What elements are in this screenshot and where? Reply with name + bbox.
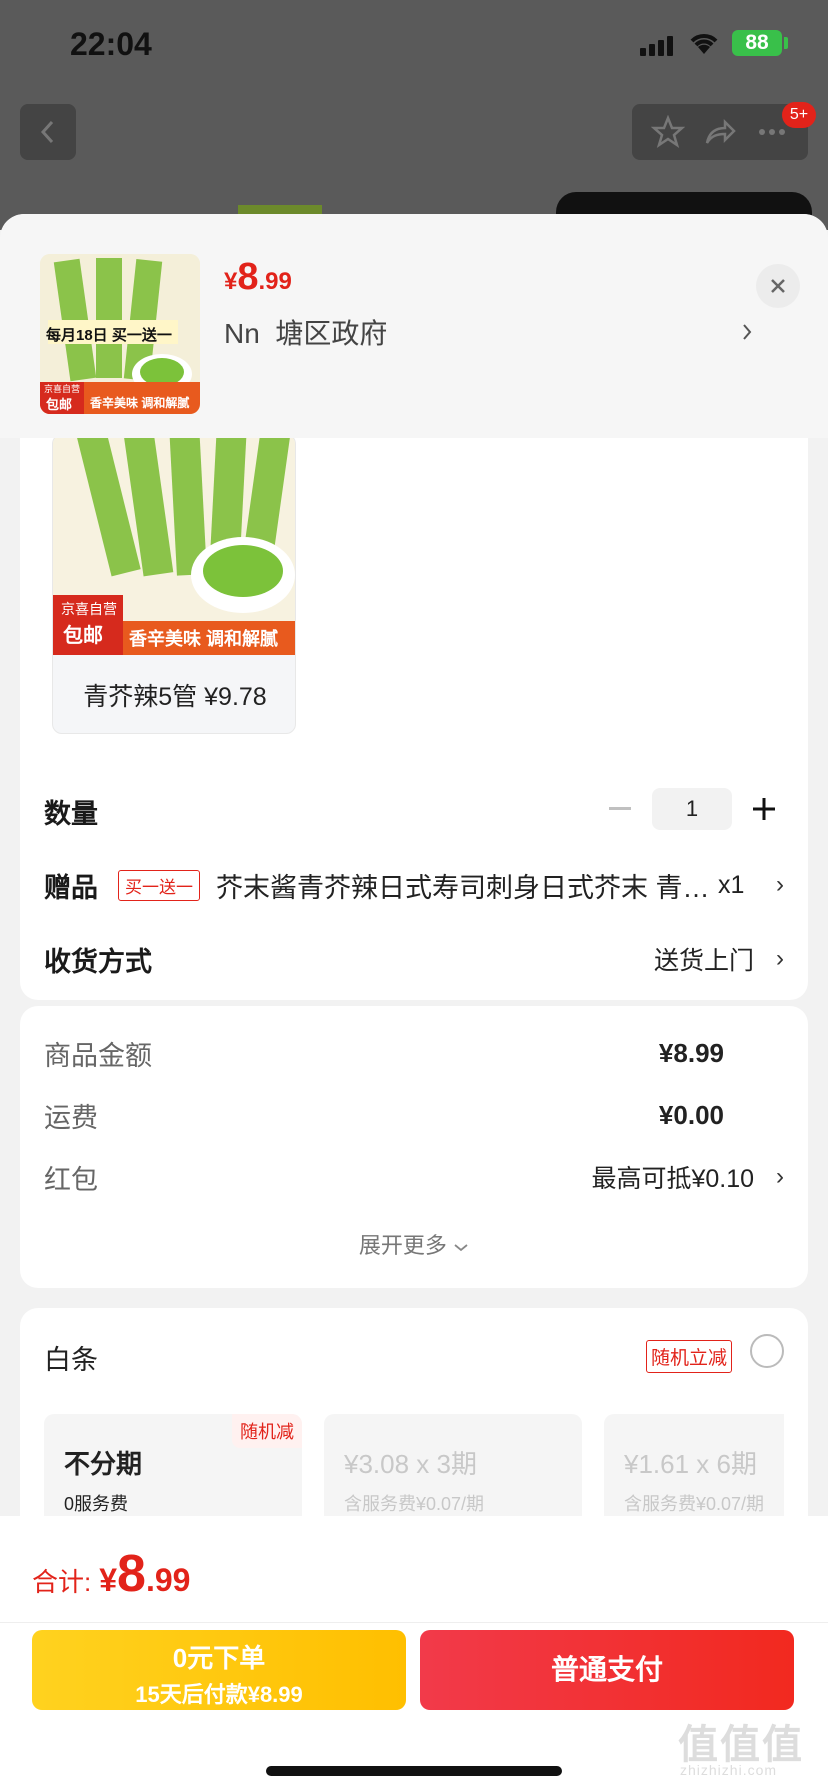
quantity-stepper: 1 <box>600 788 784 830</box>
delivery-row[interactable]: 收货方式 送货上门 › <box>44 934 784 984</box>
plus-icon <box>753 798 775 820</box>
header-price: ¥8.99 <box>224 256 292 299</box>
delivery-value: 送货上门 <box>653 947 754 975</box>
shipping-row: 运费 ¥0.00 <box>44 1090 784 1140</box>
share-icon[interactable] <box>703 115 737 149</box>
chevron-left-icon <box>40 120 54 144</box>
red-packet-row[interactable]: 红包 最高可抵¥0.10 › <box>44 1152 784 1202</box>
close-icon <box>771 279 785 293</box>
plan-title: ¥3.08 x 3期 <box>344 1449 477 1479</box>
goods-amount-label: 商品金额 <box>44 1040 152 1071</box>
footer-divider <box>0 1622 828 1623</box>
spec-option[interactable]: 京喜自营 包邮 香辛美味 调和解腻 青芥辣5管 ¥9.78 <box>52 434 296 734</box>
plan-title: 不分期 <box>64 1449 143 1479</box>
plan-fee: 0服务费 <box>64 1494 129 1514</box>
back-button[interactable] <box>20 104 76 160</box>
thumbnail-slogan: 香辛美味 调和解腻 <box>90 396 190 410</box>
increase-button[interactable] <box>744 789 784 829</box>
spec-slogan: 香辛美味 调和解腻 <box>129 629 279 649</box>
plan-title: ¥1.61 x 6期 <box>624 1449 757 1479</box>
watermark-url: zhizhizhi.com <box>680 1762 778 1778</box>
gift-row[interactable]: 赠品 买一送一 芥末酱青芥辣日式寿司刺身日式芥末 青… x1 › <box>44 860 784 910</box>
battery-tip <box>784 37 788 49</box>
red-packet-value: 最高可抵¥0.10 <box>591 1165 754 1193</box>
sheet-header: 每月18日 买一送一 京喜自营 包邮 香辛美味 调和解腻 ¥8.99 Nn 塘区… <box>0 214 828 438</box>
product-thumbnail: 每月18日 买一送一 京喜自营 包邮 香辛美味 调和解腻 <box>40 254 200 414</box>
goods-amount-row: 商品金额 ¥8.99 <box>44 1028 784 1078</box>
random-discount-tag: 随机立减 <box>646 1340 733 1373</box>
spec-tag-jx: 京喜自营 <box>61 601 117 617</box>
battery-icon: 88 <box>732 30 782 56</box>
total-price: 合计: ¥ 8 .99 <box>32 1544 190 1604</box>
minus-icon <box>609 807 631 810</box>
address-text: Nn 塘区政府 <box>224 312 387 352</box>
background-page: 22:04 88 5+ <box>0 0 828 235</box>
star-icon[interactable] <box>651 115 685 149</box>
total-currency: ¥ <box>99 1562 118 1598</box>
price-decimal: .99 <box>258 268 292 295</box>
total-decimal: .99 <box>145 1562 191 1598</box>
notification-badge: 5+ <box>782 102 816 128</box>
baitiao-radio[interactable] <box>750 1334 784 1368</box>
fee-summary-card: 商品金额 ¥8.99 运费 ¥0.00 红包 最高可抵¥0.10 › 展开更多 <box>20 1006 808 1288</box>
order-options-card: 京喜自营 包邮 香辛美味 调和解腻 青芥辣5管 ¥9.78 数量 1 赠品 买一… <box>20 424 808 1000</box>
thumbnail-tag-free-shipping: 包邮 <box>46 397 73 412</box>
normal-pay-button[interactable]: 普通支付 <box>420 1630 794 1710</box>
shipping-label: 运费 <box>44 1102 98 1133</box>
status-time: 22:04 <box>70 26 152 62</box>
plan-fee: 含服务费¥0.07/期 <box>624 1494 765 1514</box>
gift-count: x1 <box>718 870 745 899</box>
gift-name: 芥末酱青芥辣日式寿司刺身日式芥末 青… <box>216 872 710 903</box>
shipping-value: ¥0.00 <box>658 1099 724 1130</box>
random-discount-badge: 随机减 <box>232 1414 302 1448</box>
plan-fee: 含服务费¥0.07/期 <box>344 1494 485 1514</box>
home-indicator[interactable] <box>266 1766 562 1776</box>
chevron-right-icon: › <box>776 871 784 898</box>
address-detail: 塘区政府 <box>275 318 388 349</box>
pay-later-title: 0元下单 <box>172 1643 266 1673</box>
expand-more-label: 展开更多 <box>358 1233 447 1258</box>
chevron-down-icon <box>454 1244 468 1252</box>
purchase-sheet: 每月18日 买一送一 京喜自营 包邮 香辛美味 调和解腻 ¥8.99 Nn 塘区… <box>0 214 828 1792</box>
quantity-row: 数量 1 <box>44 786 784 836</box>
quantity-input[interactable]: 1 <box>652 788 732 830</box>
red-packet-label: 红包 <box>44 1164 98 1195</box>
address-name: Nn <box>224 318 260 349</box>
spec-image: 京喜自营 包邮 香辛美味 调和解腻 <box>53 435 295 655</box>
expand-more-button[interactable]: 展开更多 <box>20 1228 808 1260</box>
total-integer: 8 <box>117 1545 146 1603</box>
delivery-label: 收货方式 <box>44 946 152 977</box>
pay-later-button[interactable]: 0元下单 15天后付款¥8.99 <box>32 1630 406 1710</box>
gift-tag: 买一送一 <box>118 869 200 901</box>
wifi-icon <box>688 30 720 61</box>
cellular-signal-icon <box>640 36 676 56</box>
price-currency: ¥ <box>224 268 238 295</box>
pay-later-subtitle: 15天后付款¥8.99 <box>135 1682 303 1707</box>
thumbnail-promo-text: 每月18日 买一送一 <box>46 327 172 344</box>
quantity-label: 数量 <box>44 798 98 829</box>
price-integer: 8 <box>237 256 259 298</box>
spec-label: 青芥辣5管 ¥9.78 <box>83 683 267 711</box>
chevron-right-icon <box>743 324 752 340</box>
close-button[interactable] <box>756 264 800 308</box>
goods-amount-value: ¥8.99 <box>658 1037 724 1068</box>
spec-tag-free-shipping: 包邮 <box>63 625 103 647</box>
gift-label: 赠品 <box>44 872 98 903</box>
status-bar: 22:04 88 <box>0 0 828 90</box>
decrease-button[interactable] <box>600 789 640 829</box>
chevron-right-icon: › <box>776 945 784 972</box>
chevron-right-icon: › <box>776 1163 784 1190</box>
address-selector[interactable]: Nn 塘区政府 <box>224 312 754 352</box>
baitiao-title: 白条 <box>44 1345 98 1375</box>
total-label: 合计: <box>32 1567 92 1597</box>
